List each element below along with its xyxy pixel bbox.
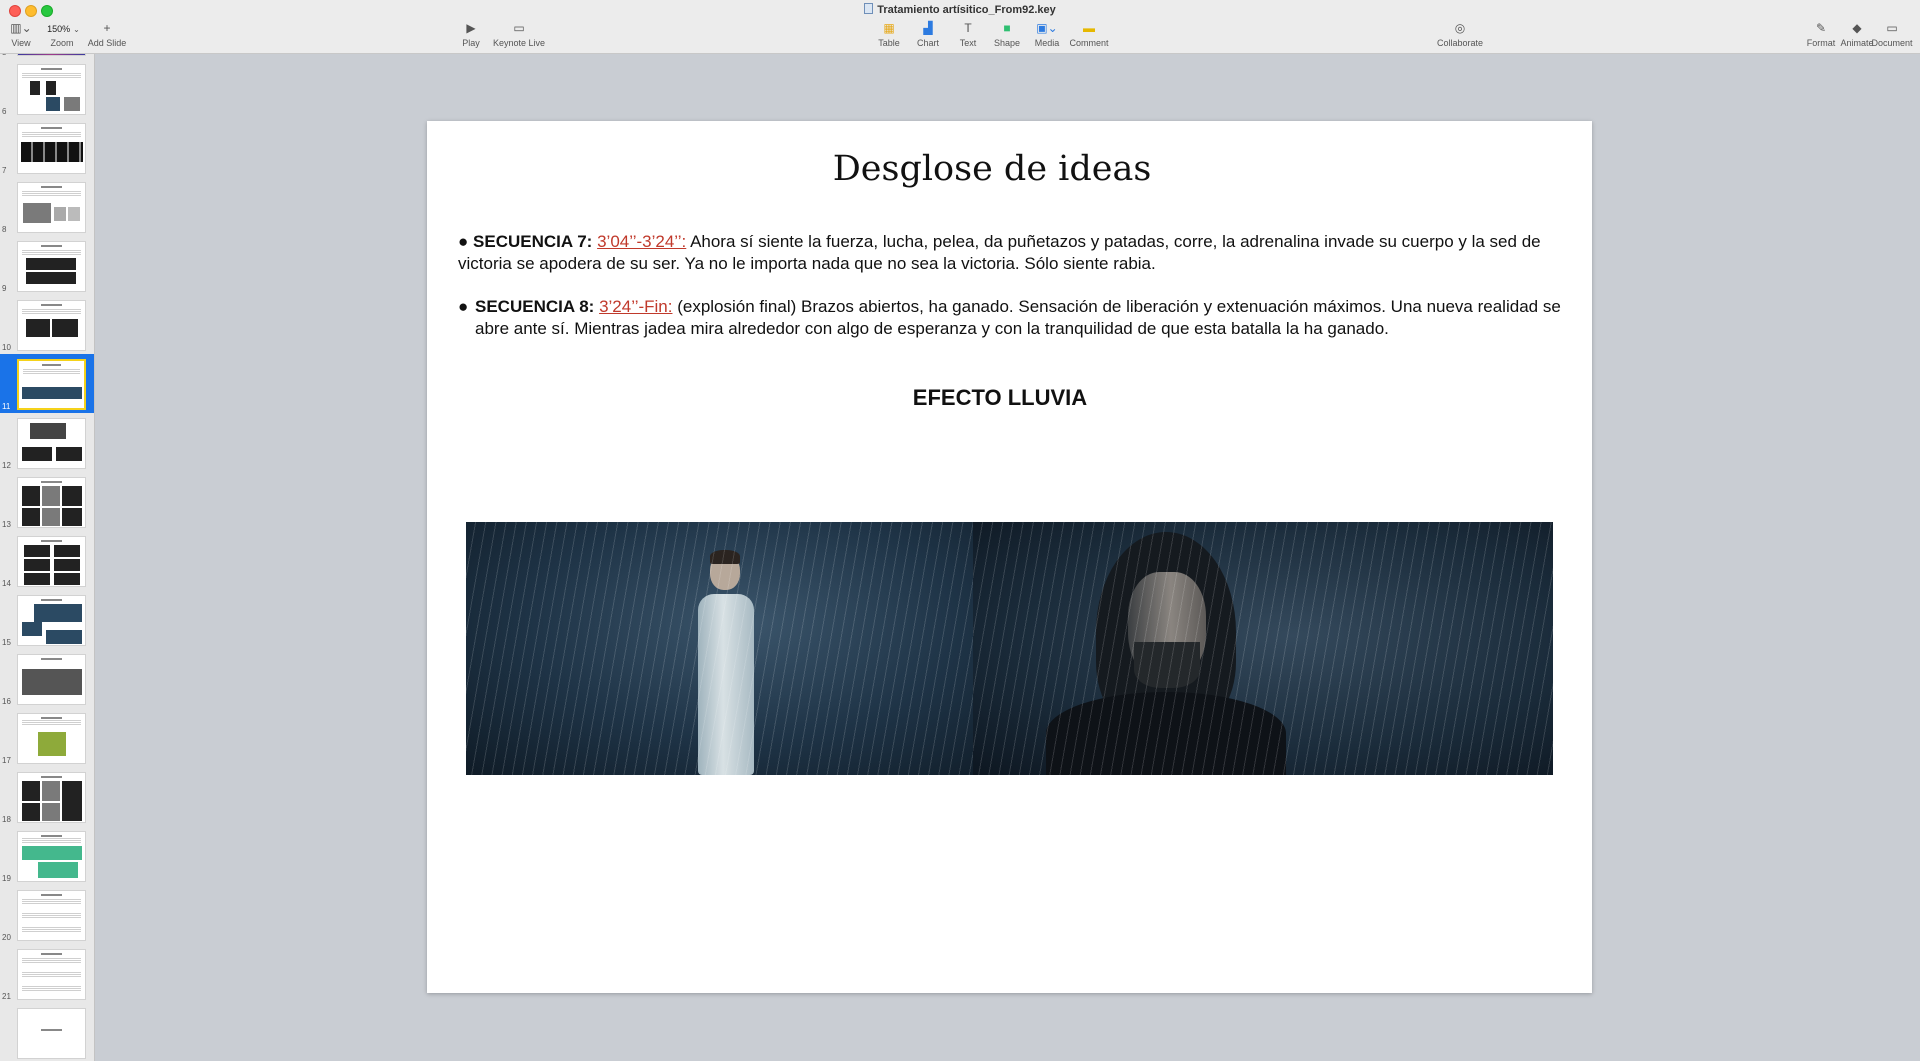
sequence-label: SECUENCIA 7: [473,232,593,251]
slide-thumbnail-preview [17,713,86,764]
slide-thumbnail-22[interactable] [0,1003,94,1061]
slide-thumbnail-12[interactable]: 12 [0,413,94,472]
slide-title[interactable]: Desglose de ideas [427,149,1557,189]
slide-thumbnail-preview [17,477,86,528]
add-slide-button[interactable]: + Add Slide [75,18,139,48]
document-label: Document [1871,38,1913,48]
current-slide[interactable]: Desglose de ideas ● SECUENCIA 7: 3’04’’-… [427,121,1592,993]
plus-icon: + [103,21,111,35]
slide-thumbnail-14[interactable]: 14 [0,531,94,590]
slide-thumbnail-preview [17,64,86,115]
bullet-marker: ● [458,297,469,316]
timecode-link[interactable]: 3’24’’-Fin: [599,297,672,316]
keynote-live-button[interactable]: ▭ Keynote Live [487,18,551,48]
collaborate-label: Collaborate [1436,38,1484,48]
slide-thumbnail-16[interactable]: 16 [0,649,94,708]
bullet-secuencia-7[interactable]: ● SECUENCIA 7: 3’04’’-3’24’’: Ahora sí s… [458,231,1568,275]
slide-thumbnail-preview [17,831,86,882]
slide-thumbnail-7[interactable]: 7 [0,118,94,177]
slide-navigator[interactable]: 5 6 7 8 9 10 11 12 13 14 15 16 [0,54,95,1061]
slide-thumbnail-9[interactable]: 9 [0,236,94,295]
slide-thumbnail-preview [17,54,86,56]
slide-thumbnail-15[interactable]: 15 [0,590,94,649]
comment-icon: ▬ [1083,21,1095,35]
slide-number: 18 [2,815,11,824]
slide-canvas[interactable]: Desglose de ideas ● SECUENCIA 7: 3’04’’-… [96,54,1920,1061]
slide-thumbnail-preview [17,418,86,469]
slide-thumbnail-preview [17,182,86,233]
bullet-secuencia-8[interactable]: ● SECUENCIA 8: 3’24’’-Fin: (explosión fi… [458,296,1568,340]
timecode-link[interactable]: 3’04’’-3’24’’: [597,232,686,251]
slide-thumbnail-preview [17,654,86,705]
slide-number: 15 [2,638,11,647]
slide-thumbnail-18[interactable]: 18 [0,767,94,826]
collaborate-button[interactable]: ◎ Collaborate [1428,18,1492,48]
sequence-label: SECUENCIA 8: [475,297,595,316]
slide-thumbnail-19[interactable]: 19 [0,826,94,885]
window-title-text: Tratamiento artísitico_From92.key [877,4,1056,16]
slide-thumbnail-preview [17,241,86,292]
slide-thumbnail-13[interactable]: 13 [0,472,94,531]
slide-thumbnail-preview [17,359,86,410]
document-icon [864,3,874,14]
slide-thumbnail-21[interactable]: 21 [0,944,94,1003]
slide-thumbnail-10[interactable]: 10 [0,295,94,354]
collaborate-icon: ◎ [1454,21,1466,35]
bullet-marker: ● [458,232,469,251]
slide-number: 16 [2,697,11,706]
slide-number: 6 [2,107,7,116]
slide-thumbnail-preview [17,123,86,174]
rain-image-right-panel [973,522,1553,775]
slide-number: 5 [2,54,16,57]
slide-thumbnail-preview [17,1008,86,1059]
rain-scene-image[interactable] [466,522,1553,775]
slide-number: 13 [2,520,11,529]
slide-number: 8 [2,225,7,234]
slide-thumbnail-6[interactable]: 6 [0,59,94,118]
keynote-live-icon: ▭ [513,21,525,35]
comment-label: Comment [1069,38,1109,48]
window-title: Tratamiento artísitico_From92.key [0,3,1920,16]
slide-number: 7 [2,166,7,175]
slide-number: 21 [2,992,11,1001]
rain-image-left-panel [466,522,973,775]
slide-number: 10 [2,343,11,352]
add-slide-label: Add Slide [87,38,127,48]
slide-number: 19 [2,874,11,883]
slide-thumbnail-8[interactable]: 8 [0,177,94,236]
slide-thumbnail-preview [17,536,86,587]
slide-thumbnail-preview [17,595,86,646]
slide-number: 20 [2,933,11,942]
slide-thumbnail-preview [17,949,86,1000]
document-button[interactable]: ▭ Document [1860,18,1920,48]
zoom-value: 150% [47,24,71,34]
comment-button[interactable]: ▬ Comment [1057,18,1121,48]
slide-thumbnail-17[interactable]: 17 [0,708,94,767]
slide-thumbnail-preview [17,772,86,823]
slide-thumbnail-11[interactable]: 11 [0,354,94,413]
toolbar: Tratamiento artísitico_From92.key ▥⌄ Vie… [0,0,1920,54]
slide-thumbnail-20[interactable]: 20 [0,885,94,944]
slide-number: 12 [2,461,11,470]
slide-number: 11 [2,402,11,411]
keynote-live-label: Keynote Live [492,38,546,48]
slide-number: 17 [2,756,11,765]
slide-thumbnail-preview [17,300,86,351]
slide-number: 14 [2,579,11,588]
document-panel-icon: ▭ [1886,21,1898,35]
effect-heading[interactable]: EFECTO LLUVIA [427,385,1573,411]
slide-thumbnail-preview [17,890,86,941]
slide-number: 9 [2,284,7,293]
